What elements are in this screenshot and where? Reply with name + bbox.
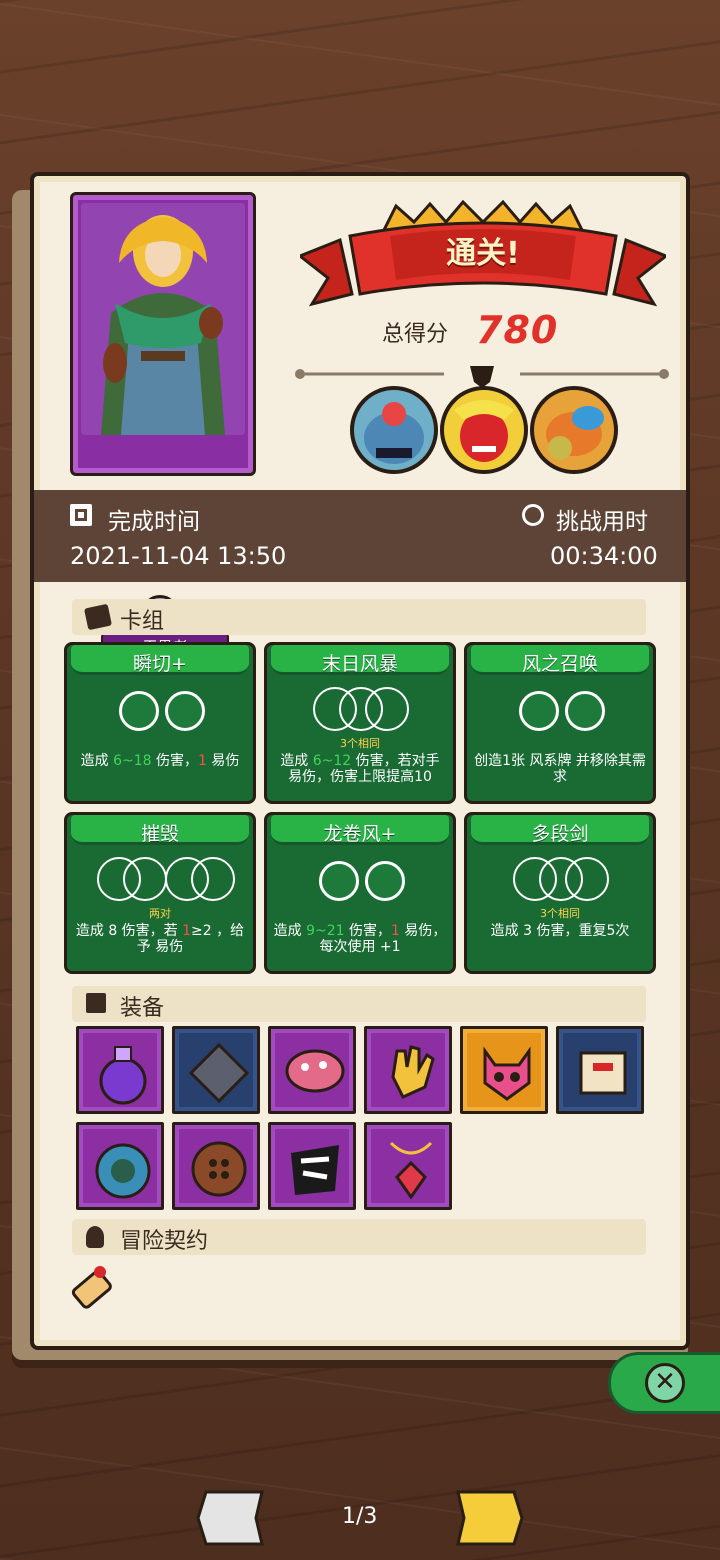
cards-icon [83,603,113,631]
potion-icon[interactable] [76,1026,164,1114]
button-icon[interactable] [172,1122,260,1210]
card-description: 创造1张 风系牌 并移除其需求 [474,753,646,785]
score-label: 总得分 [382,322,449,347]
challenge-time-value: 00:34:00 [550,542,658,570]
deck-section-title: 卡组 [120,609,165,634]
next-page-button[interactable] [456,1490,524,1546]
card-description: 造成 6~12 伤害，若对手 易伤，伤害上限提高10 [280,753,440,785]
contract-section-header: 冒险契约 [72,1219,646,1255]
card-requirement: 两对 [149,907,171,920]
contract-scroll-icon[interactable] [66,1260,118,1316]
completion-time-value: 2021-11-04 13:50 [70,542,287,570]
deck-card-1[interactable]: 瞬切+ 造成 6~18 伤害，1 易伤 [64,642,256,804]
card-title: 瞬切+ [133,653,187,675]
card-description: 造成 3 伤害，重复5次 [490,923,630,939]
wind-gem-icon [165,691,205,731]
wind-gem-icon [319,861,359,901]
boss-portrait-1[interactable] [350,386,438,474]
card-description: 造成 9~21 伤害，1 易伤，每次使用 +1 [273,923,447,955]
victory-banner-text: 通关! [446,236,520,271]
deck-card-6[interactable]: 多段剑 3个相同 造成 3 伤害，重复5次 [464,812,656,974]
empty-slot-icon [565,857,609,901]
wind-gem-icon [119,691,159,731]
scroll-icon[interactable] [556,1026,644,1114]
box-icon [86,993,106,1013]
card-requirement: 3个相同 [540,907,580,920]
wind-gem-icon [365,861,405,901]
victory-banner: 通关! [297,199,669,310]
diamond-gem-icon[interactable] [172,1026,260,1114]
mushroom-icon[interactable] [268,1026,356,1114]
empty-slot-icon [191,857,235,901]
close-icon: ✕ [645,1363,685,1403]
deck-card-3[interactable]: 风之召唤 创造1张 风系牌 并移除其需求 [464,642,656,804]
equipment-section-header: 装备 [72,986,646,1022]
stopwatch-icon [522,504,544,526]
card-description: 造成 6~18 伤害，1 易伤 [80,753,240,769]
hero-card[interactable]: 无畏者 [70,192,256,661]
ruby-pendant-icon[interactable] [364,1122,452,1210]
wind-gem-icon [519,691,559,731]
rune-icon[interactable] [268,1122,356,1210]
card-title: 末日风暴 [321,653,398,675]
demon-mask-icon[interactable] [460,1026,548,1114]
completion-time-label: 完成时间 [108,509,200,535]
card-title: 摧毁 [140,823,179,845]
card-requirement: 3个相同 [340,737,380,750]
person-icon [86,1226,104,1248]
page-indicator: 1/3 [342,1504,378,1529]
glove-icon[interactable] [364,1026,452,1114]
boss-portrait-3[interactable] [530,386,618,474]
empty-slot-icon [365,687,409,731]
deck-section-header: 卡组 [72,599,646,635]
card-title: 龙卷风+ [323,823,397,845]
ornate-shield-icon[interactable] [76,1122,164,1210]
contract-section-title: 冒险契约 [120,1229,209,1254]
deck-card-5[interactable]: 龙卷风+ 造成 9~21 伤害，1 易伤，每次使用 +1 [264,812,456,974]
calendar-icon [70,504,92,526]
time-info-band: 完成时间 2021-11-04 13:50 挑战用时 00:34:00 [34,490,686,582]
wind-gem-icon [565,691,605,731]
deck-card-2[interactable]: 末日风暴 3个相同 造成 6~12 伤害，若对手 易伤，伤害上限提高10 [264,642,456,804]
empty-slot-icon [123,857,167,901]
card-title: 风之召唤 [521,653,598,675]
score-value: 780 [476,308,559,352]
card-description: 造成 8 伤害，若 1≥2 ，给予 易伤 [75,923,245,955]
deck-card-4[interactable]: 摧毁 两对 造成 8 伤害，若 1≥2 ，给予 易伤 [64,812,256,974]
equipment-section-title: 装备 [120,996,165,1021]
hero-portrait [81,203,245,435]
previous-page-button[interactable] [196,1490,264,1546]
card-title: 多段剑 [531,823,589,845]
challenge-time-label: 挑战用时 [556,509,648,535]
close-button[interactable]: ✕ [608,1352,720,1414]
boss-portrait-2[interactable] [440,386,528,474]
